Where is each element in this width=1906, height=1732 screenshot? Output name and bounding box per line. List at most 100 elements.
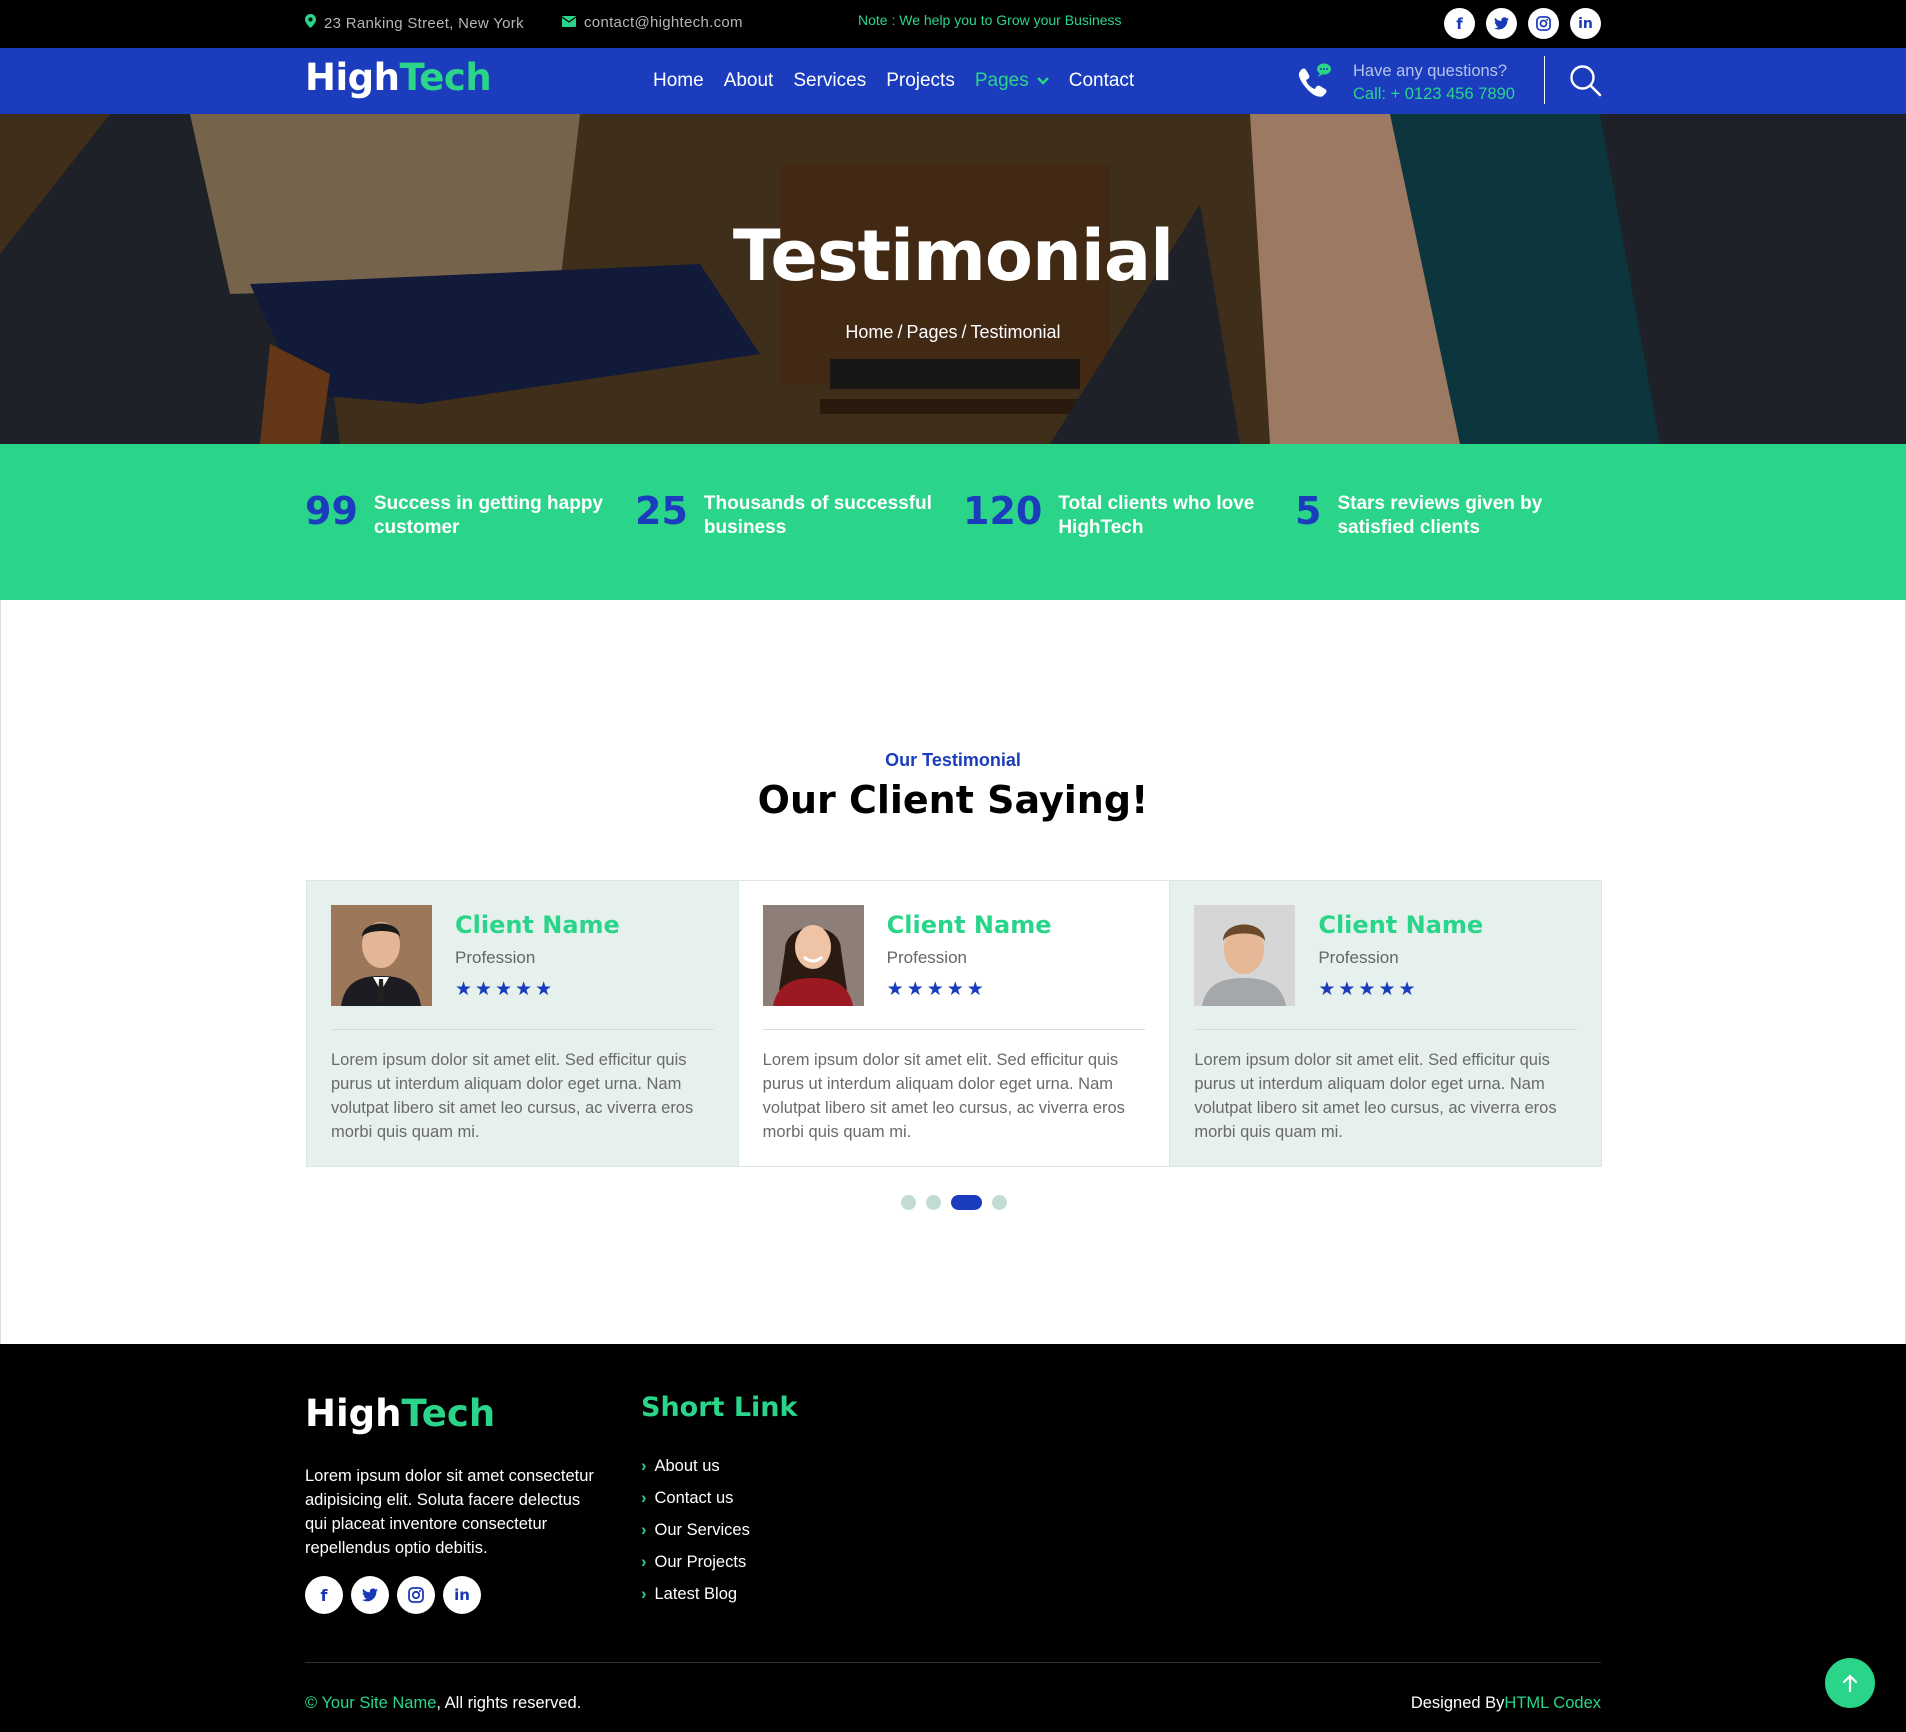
footer-link-services[interactable]: › Our Services [641,1514,750,1546]
footer-link-label: Our Projects [654,1553,747,1571]
breadcrumb-pages[interactable]: Pages [906,322,957,342]
card-divider [1194,1029,1578,1030]
email-info[interactable]: contact@hightech.com [561,14,743,31]
client-name: Client Name [455,911,620,939]
facebook-icon[interactable]: f [305,1576,343,1614]
footer-logo[interactable]: HighTech [305,1392,495,1435]
stat-item: 120 Total clients who love HighTech [963,490,1278,540]
client-profession: Profession [455,948,536,967]
instagram-icon[interactable] [397,1576,435,1614]
chevron-down-icon [1036,77,1049,85]
testimonial-text: Lorem ipsum dolor sit amet elit. Sed eff… [762,1051,1125,1141]
logo-part-1: High [305,56,400,99]
stat-item: 5 Stars reviews given by satisfied clien… [1295,490,1567,540]
chevron-right-icon: › [641,1521,647,1539]
nav-item-home[interactable]: Home [653,70,704,92]
designed-by-label: Designed By [1410,1694,1505,1712]
client-profession: Profession [886,948,967,967]
nav-item-projects[interactable]: Projects [886,70,955,92]
testimonial-carousel[interactable]: Client Name Profession ★★★★★ Lorem ipsum… [306,880,1602,1167]
carousel-dot[interactable] [901,1195,916,1210]
card-divider [762,1029,1146,1030]
star-rating: ★★★★★ [886,979,987,1000]
star-rating: ★★★★★ [455,979,556,1000]
designer-link[interactable]: HTML Codex [1504,1694,1601,1712]
envelope-icon [561,14,577,31]
stat-number: 25 [635,489,688,533]
linkedin-icon[interactable]: in [443,1576,481,1614]
section-title: Our Client Saying! [757,778,1149,822]
footer-logo-part-2: Tech [401,1392,496,1435]
email-text[interactable]: contact@hightech.com [584,14,743,31]
footer-link-blog[interactable]: › Latest Blog [641,1578,750,1610]
breadcrumb: Home / Pages / Testimonial [845,322,1061,342]
phone-chat-icon [1295,62,1333,103]
footer-socials: f in [305,1576,481,1614]
nav-item-pages-label: Pages [974,70,1029,91]
nav-item-contact[interactable]: Contact [1069,70,1134,92]
chevron-right-icon: › [641,1553,647,1571]
twitter-icon[interactable] [351,1576,389,1614]
breadcrumb-home[interactable]: Home [845,322,893,342]
nav-divider [1544,56,1545,104]
instagram-icon[interactable] [1528,8,1559,39]
stat-number: 120 [963,489,1043,533]
facebook-icon[interactable]: f [1444,8,1475,39]
footer-description: Lorem ipsum dolor sit amet consectetur a… [305,1467,594,1557]
footer-link-label: About us [654,1457,720,1475]
linkedin-icon[interactable]: in [1570,8,1601,39]
footer-link-label: Latest Blog [654,1585,738,1603]
testimonial-card: Client Name Profession ★★★★★ Lorem ipsum… [307,881,738,1166]
copyright-text: , All rights reserved. [436,1694,582,1712]
carousel-dot[interactable] [926,1195,941,1210]
back-to-top-button[interactable] [1825,1658,1875,1708]
question-text: Have any questions? [1353,62,1508,80]
nav-item-services[interactable]: Services [793,70,866,92]
carousel-dot[interactable] [992,1195,1007,1210]
copyright: © Your Site Name, All rights reserved. [305,1694,581,1713]
footer-link-contact[interactable]: › Contact us [641,1482,750,1514]
arrow-up-icon [1842,1674,1858,1692]
page-title: Testimonial [732,215,1174,297]
footer-link-label: Our Services [654,1521,750,1539]
brand-logo[interactable]: HighTech [305,56,492,99]
footer: HighTech Lorem ipsum dolor sit amet cons… [0,1344,1906,1732]
footer-link-label: Contact us [654,1489,734,1507]
nav-item-about[interactable]: About [724,70,774,92]
footer-divider [305,1662,1601,1663]
twitter-icon[interactable] [1486,8,1517,39]
stat-item: 99 Success in getting happy customer [305,490,614,540]
designer-credit: Designed ByHTML Codex [1411,1694,1601,1713]
testimonial-text: Lorem ipsum dolor sit amet elit. Sed eff… [331,1051,694,1141]
address-text: 23 Ranking Street, New York [324,14,524,32]
site-name-link[interactable]: © Your Site Name [305,1694,436,1712]
chevron-right-icon: › [641,1489,647,1507]
carousel-dots [901,1195,1007,1210]
search-icon[interactable] [1569,64,1602,102]
page-header-hero: Testimonial Home / Pages / Testimonial [0,114,1906,444]
top-note: Note : We help you to Grow your Business [858,12,1122,28]
stat-text: Thousands of successful business [703,493,932,538]
top-socials: f in [1444,8,1601,39]
stat-text: Stars reviews given by satisfied clients [1337,493,1543,538]
testimonial-text: Lorem ipsum dolor sit amet elit. Sed eff… [1194,1051,1557,1141]
testimonial-section: Our Testimonial Our Client Saying! Clien… [0,600,1906,1344]
chevron-right-icon: › [641,1585,647,1603]
footer-logo-part-1: High [305,1392,402,1435]
client-profession: Profession [1318,948,1399,967]
nav-item-pages[interactable]: Pages [975,70,1049,92]
main-navbar: HighTech Home About Services Projects Pa… [0,48,1906,114]
footer-link-projects[interactable]: › Our Projects [641,1546,750,1578]
chevron-right-icon: › [641,1457,647,1475]
top-bar: 23 Ranking Street, New York contact@high… [0,0,1906,48]
footer-link-about[interactable]: › About us [641,1450,750,1482]
carousel-dot-active[interactable] [951,1195,982,1210]
testimonial-card: Client Name Profession ★★★★★ Lorem ipsum… [1170,881,1602,1166]
breadcrumb-current: Testimonial [970,322,1061,342]
nav-menu: Home About Services Projects Pages Conta… [653,70,1134,92]
contact-question: Have any questions? Call: + 0123 456 789… [1353,60,1515,106]
stat-number: 5 [1295,489,1322,533]
call-number[interactable]: Call: + 0123 456 7890 [1353,83,1515,106]
client-name: Client Name [886,911,1052,939]
map-marker-icon [305,14,316,32]
